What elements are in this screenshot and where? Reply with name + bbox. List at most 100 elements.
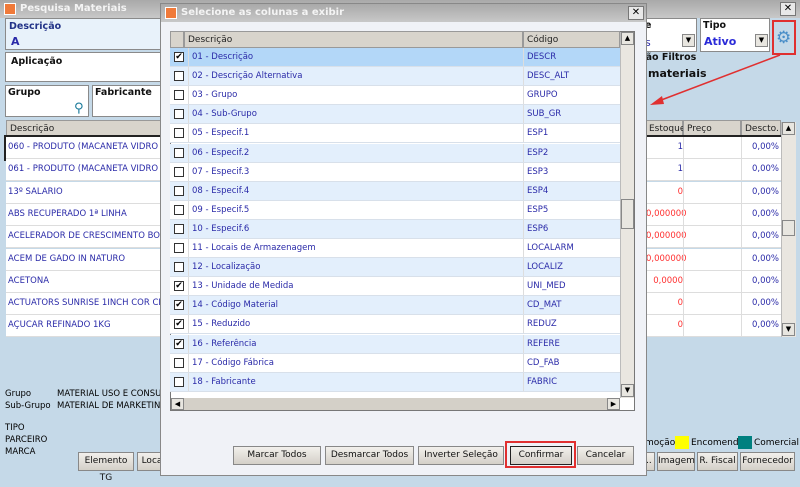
option-label: 14 - Código Material <box>188 296 278 315</box>
inverter-selecao-button[interactable]: Inverter Seleção <box>418 446 504 465</box>
checkbox[interactable] <box>174 223 184 234</box>
checkbox[interactable]: ✔ <box>174 300 184 311</box>
column-option-row[interactable]: 11 - Locais de Armazenagem LOCALARM <box>170 239 620 258</box>
detail-subgrupo-label: Sub-Grupo <box>5 401 51 411</box>
column-option-row[interactable]: 10 - Especif.6 ESP6 <box>170 219 620 239</box>
scroll-down-icon[interactable]: ▼ <box>621 384 634 397</box>
descricao-field[interactable]: Descrição A <box>5 18 165 50</box>
option-label: 01 - Descrição <box>188 48 253 66</box>
chevron-down-icon[interactable]: ▼ <box>682 34 695 47</box>
checkbox[interactable] <box>174 243 184 253</box>
option-code: LOCALIZ <box>523 258 620 277</box>
checkbox[interactable] <box>174 128 184 139</box>
column-header-descricao[interactable]: Descrição <box>184 31 523 48</box>
column-header-descricao[interactable]: Descrição <box>6 120 166 137</box>
option-code: CD_FAB <box>523 353 620 372</box>
checkbox[interactable]: ✔ <box>174 338 184 349</box>
desmarcar-todos-button[interactable]: Desmarcar Todos <box>325 446 414 465</box>
scroll-up-icon[interactable]: ▲ <box>621 32 634 45</box>
cell-descricao: ABS RECUPERADO 1ª LINHA <box>8 208 127 219</box>
cell-preco-venda <box>683 248 741 270</box>
cell-preco-venda <box>683 181 741 203</box>
cell-preco-venda <box>683 293 741 315</box>
cell-preco-venda <box>683 159 741 181</box>
filter-field[interactable]: e s ▼ <box>640 18 697 52</box>
gear-icon[interactable]: ⚙ <box>776 28 791 48</box>
checkbox[interactable]: ✔ <box>174 281 184 292</box>
marcar-todos-button[interactable]: Marcar Todos <box>233 446 321 465</box>
column-option-row[interactable]: ✔ 14 - Código Material CD_MAT <box>170 296 620 316</box>
tipo-select[interactable]: Tipo Ativo ▼ <box>700 18 770 52</box>
column-option-row[interactable]: ✔ 13 - Unidade de Medida UNI_MED <box>170 277 620 297</box>
checkbox[interactable] <box>174 166 184 177</box>
dialog-title: Selecione as colunas a exibir <box>181 7 345 18</box>
search-icon[interactable]: ⚲ <box>74 101 84 116</box>
main-close-button[interactable]: ✕ <box>780 2 796 16</box>
column-option-row[interactable]: 02 - Descrição Alternativa DESC_ALT <box>170 67 620 87</box>
cell-descto: 0,00% <box>741 137 779 158</box>
cell-preco-venda <box>683 226 741 248</box>
chevron-down-icon[interactable]: ▼ <box>755 34 768 47</box>
column-header-preco-venda[interactable]: Preço Venda <box>683 120 741 150</box>
column-option-row[interactable]: 03 - Grupo GRUPO <box>170 86 620 106</box>
checkbox[interactable] <box>174 376 184 387</box>
column-option-row[interactable]: ✔ 15 - Reduzido REDUZ <box>170 315 620 335</box>
column-header-descto[interactable]: Descto. <box>741 120 781 137</box>
scroll-thumb[interactable] <box>621 199 634 229</box>
cell-descto: 0,00% <box>741 248 779 270</box>
column-option-row[interactable]: ✔ 16 - Referência REFERE <box>170 334 620 354</box>
column-option-row[interactable]: 04 - Sub-Grupo SUB_GR <box>170 105 620 125</box>
grupo-field[interactable]: Grupo ⚲ <box>5 85 89 117</box>
descricao-label: Descrição <box>9 21 62 32</box>
checkbox[interactable] <box>174 71 184 82</box>
column-option-row[interactable]: ✔ 01 - Descrição DESCR <box>170 48 620 67</box>
column-header-estoque[interactable]: Estoque <box>645 120 685 137</box>
imagem-button[interactable]: Imagem <box>657 452 695 471</box>
scroll-thumb[interactable] <box>782 220 795 236</box>
checkbox[interactable]: ✔ <box>174 319 184 330</box>
scroll-left-icon[interactable]: ◀ <box>171 398 184 410</box>
option-label: 13 - Unidade de Medida <box>188 277 293 296</box>
elemento-tg-button[interactable]: Elemento TG <box>78 452 134 483</box>
column-option-row[interactable]: 07 - Especif.3 ESP3 <box>170 162 620 182</box>
scroll-right-icon[interactable]: ▶ <box>607 398 620 410</box>
grupo-label: Grupo <box>8 87 41 98</box>
checkbox[interactable] <box>174 90 184 101</box>
checkbox[interactable] <box>174 204 184 215</box>
column-option-row[interactable]: 05 - Especif.1 ESP1 <box>170 124 620 144</box>
aplicacao-field[interactable]: Aplicação <box>5 52 165 82</box>
column-option-row[interactable]: 18 - Fabricante FABRIC <box>170 372 620 392</box>
column-option-row[interactable]: 09 - Especif.5 ESP5 <box>170 200 620 220</box>
checkbox[interactable] <box>174 185 184 196</box>
scroll-up-icon[interactable]: ▲ <box>782 122 795 135</box>
cell-estoque: 0 <box>645 293 683 315</box>
cell-preco-venda <box>683 270 741 292</box>
column-option-row[interactable]: 12 - Localização LOCALIZ <box>170 258 620 278</box>
option-code: LOCALARM <box>523 239 620 257</box>
checkbox[interactable]: ✔ <box>174 52 184 62</box>
dialog-vertical-scrollbar[interactable]: ▲ ▼ <box>620 32 634 398</box>
tipo-value: Ativo <box>704 35 737 48</box>
column-option-row[interactable]: 17 - Código Fábrica CD_FAB <box>170 353 620 373</box>
option-label: 09 - Especif.5 <box>188 200 249 219</box>
column-option-row[interactable]: 08 - Especif.4 ESP4 <box>170 181 620 201</box>
scroll-down-icon[interactable]: ▼ <box>782 323 795 336</box>
column-option-row[interactable]: 06 - Especif.2 ESP2 <box>170 143 620 163</box>
main-grid-scrollbar[interactable]: ▲ ▼ <box>781 122 796 337</box>
checkbox[interactable] <box>174 262 184 273</box>
r-fiscal-button[interactable]: R. Fiscal <box>697 452 738 471</box>
dialog-horizontal-scrollbar[interactable]: ◀ ▶ <box>171 398 620 410</box>
cancelar-button[interactable]: Cancelar <box>577 446 634 465</box>
checkbox[interactable] <box>174 109 184 120</box>
confirmar-button[interactable]: Confirmar <box>510 446 572 465</box>
column-header-codigo[interactable]: Código <box>523 31 620 48</box>
option-code: REFERE <box>523 334 620 353</box>
fabricante-field[interactable]: Fabricante <box>92 85 167 117</box>
checkbox[interactable] <box>174 147 184 158</box>
detail-grupo-value: MATERIAL USO E CONSUM <box>57 389 169 399</box>
checkbox[interactable] <box>174 357 184 368</box>
fornecedor-button[interactable]: Fornecedor <box>740 452 795 471</box>
option-code: ESP6 <box>523 219 620 238</box>
cell-descricao: 060 - PRODUTO (MACANETA VIDRO GC <box>8 142 163 152</box>
dialog-close-button[interactable]: ✕ <box>628 6 644 20</box>
